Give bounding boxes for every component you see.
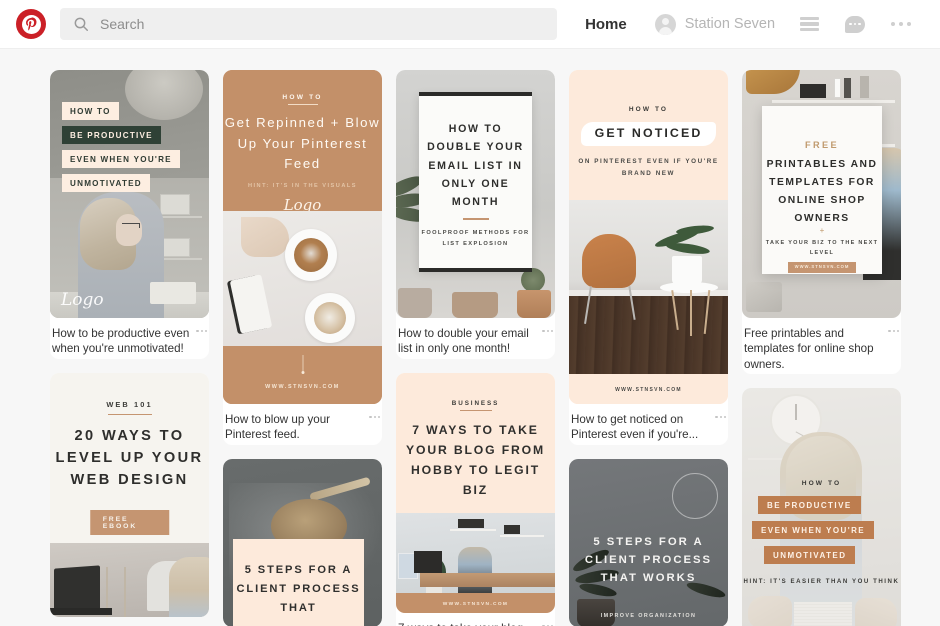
pin-card-free-printables[interactable]: FREE PRINTABLES AND TEMPLATES FOR ONLINE…: [742, 70, 901, 374]
pin-subhead: FOOLPROOF METHODS FOR LIST EXPLOSION: [421, 230, 530, 247]
pin-url: WWW.STNSVN.COM: [615, 387, 682, 393]
pin-headline: HOW TO DOUBLE YOUR EMAIL LIST IN ONLY ON…: [427, 123, 524, 209]
pin-image: HOW TO Get Repinned + Blow Up Your Pinte…: [223, 70, 382, 404]
pin-caption-text: How to be productive even when you're un…: [52, 327, 190, 356]
pin-caption-text: How to get noticed on Pinterest even if …: [571, 413, 699, 442]
more-horizontal-icon[interactable]: [878, 21, 924, 27]
pin-headline: PRINTABLES AND TEMPLATES FOR ONLINE SHOP…: [766, 159, 878, 224]
pinterest-logo-icon[interactable]: [16, 9, 46, 39]
pin-options-icon[interactable]: [715, 412, 726, 419]
pin-card-get-noticed[interactable]: HOW TO GET NOTICED ON PINTEREST EVEN IF …: [569, 70, 728, 445]
pin-card-20-ways-web-design[interactable]: WEB 101 20 WAYS TO LEVEL UP YOUR WEB DES…: [50, 372, 209, 617]
pin-caption: How to blow up your Pinterest feed.: [223, 404, 382, 445]
pin-caption-text: How to double your email list in only on…: [398, 327, 529, 356]
pin-hint: HINT: IT'S IN THE VISUALS: [247, 183, 358, 189]
pin-feed: HOW TO BE PRODUCTIVE EVEN WHEN YOU'RE UN…: [0, 49, 940, 626]
pin-overlay-tag: HOW TO: [62, 102, 119, 120]
masonry-columns: HOW TO BE PRODUCTIVE EVEN WHEN YOU'RE UN…: [50, 70, 940, 626]
feed-column-4: HOW TO GET NOTICED ON PINTEREST EVEN IF …: [569, 70, 728, 626]
pin-headline: GET NOTICED: [594, 126, 703, 140]
pin-headline: 20 WAYS TO LEVEL UP YOUR WEB DESIGN: [55, 427, 204, 488]
pin-image: 5 STEPS FOR A CLIENT PROCESS THAT: [223, 458, 382, 626]
pin-url: WWW.STNSVN.COM: [265, 384, 340, 390]
search-field-wrapper[interactable]: [60, 8, 557, 40]
pin-caption-text: 7 ways to take your blog from: [398, 621, 542, 626]
pin-overlay-tag: BE PRODUCTIVE: [758, 495, 861, 514]
pin-image: HOW TO BE PRODUCTIVE EVEN WHEN YOU'RE UN…: [742, 387, 901, 626]
pin-image: HOW TO GET NOTICED ON PINTEREST EVEN IF …: [569, 70, 728, 404]
nav-user-name: Station Seven: [684, 16, 776, 32]
pin-caption: 7 ways to take your blog from: [396, 613, 555, 626]
pin-cta-button: FREE EBOOK: [89, 509, 170, 535]
pin-options-icon[interactable]: [542, 621, 553, 626]
pin-overlay-tag: EVEN WHEN YOU'RE: [752, 520, 875, 539]
pin-script-logo: Logo: [61, 290, 104, 310]
pin-image: HOW TO DOUBLE YOUR EMAIL LIST IN ONLY ON…: [396, 70, 555, 318]
pin-plus-divider: +: [819, 226, 825, 235]
pin-image: HOW TO BE PRODUCTIVE EVEN WHEN YOU'RE UN…: [50, 70, 209, 318]
pin-card-be-productive[interactable]: HOW TO BE PRODUCTIVE EVEN WHEN YOU'RE UN…: [50, 70, 209, 359]
pin-card-7-ways-blog[interactable]: BUSINESS 7 WAYS TO TAKE YOUR BLOG FROM H…: [396, 372, 555, 626]
pin-eyebrow: HOW TO: [801, 479, 842, 487]
pin-url: WWW.STNSVN.COM: [442, 601, 509, 607]
pin-image: 5 STEPS FOR A CLIENT PROCESS THAT WORKS …: [569, 458, 728, 626]
hamburger-glyph: [800, 14, 820, 34]
nav-user-profile[interactable]: Station Seven: [641, 13, 787, 35]
search-input[interactable]: [60, 8, 557, 40]
pin-caption: How to double your email list in only on…: [396, 318, 555, 359]
feed-column-2: HOW TO Get Repinned + Blow Up Your Pinte…: [223, 70, 382, 626]
pin-options-icon[interactable]: [542, 326, 553, 333]
pin-overlay-tag: BE PRODUCTIVE: [62, 126, 161, 144]
header-actions: Home Station Seven: [571, 13, 924, 35]
seal-decor: [672, 472, 718, 519]
pin-card-5-steps-client-process-b[interactable]: 5 STEPS FOR A CLIENT PROCESS THAT WORKS …: [569, 458, 728, 626]
pin-card-5-steps-client-process-a[interactable]: 5 STEPS FOR A CLIENT PROCESS THAT: [223, 458, 382, 626]
hamburger-icon[interactable]: [787, 14, 832, 34]
pin-card-double-email-list[interactable]: HOW TO DOUBLE YOUR EMAIL LIST IN ONLY ON…: [396, 70, 555, 359]
pin-eyebrow: WEB 101: [106, 399, 153, 409]
pin-options-icon[interactable]: [369, 412, 380, 419]
top-navigation-bar: Home Station Seven: [0, 0, 940, 49]
pin-options-icon[interactable]: [888, 326, 899, 333]
pin-card-be-productive-faded[interactable]: HOW TO BE PRODUCTIVE EVEN WHEN YOU'RE UN…: [742, 387, 901, 626]
feed-column-5: FREE PRINTABLES AND TEMPLATES FOR ONLINE…: [742, 70, 901, 626]
feed-column-1: HOW TO BE PRODUCTIVE EVEN WHEN YOU'RE UN…: [50, 70, 209, 617]
pin-overlay-tag: UNMOTIVATED: [764, 545, 856, 564]
pin-image: BUSINESS 7 WAYS TO TAKE YOUR BLOG FROM H…: [396, 372, 555, 613]
pin-headline: 7 WAYS TO TAKE YOUR BLOG FROM HOBBY TO L…: [406, 422, 545, 497]
pin-subhead: IMPROVE ORGANIZATION: [600, 612, 697, 619]
pin-eyebrow: HOW TO: [282, 94, 323, 101]
pin-headline: Get Repinned + Blow Up Your Pinterest Fe…: [224, 115, 381, 172]
pin-subhead: ON PINTEREST EVEN IF YOU'RE BRAND NEW: [578, 158, 719, 177]
pin-image: WEB 101 20 WAYS TO LEVEL UP YOUR WEB DES…: [50, 372, 209, 617]
pin-caption: Free printables and templates for online…: [742, 318, 901, 374]
speech-bubble-icon[interactable]: [832, 15, 878, 33]
pin-card-get-repinned[interactable]: HOW TO Get Repinned + Blow Up Your Pinte…: [223, 70, 382, 445]
nav-home-link[interactable]: Home: [571, 16, 641, 33]
feed-column-3: HOW TO DOUBLE YOUR EMAIL LIST IN ONLY ON…: [396, 70, 555, 626]
pin-subhead: TAKE YOUR BIZ TO THE NEXT LEVEL: [765, 240, 879, 257]
pin-headline: 5 STEPS FOR A CLIENT PROCESS THAT WORKS: [584, 535, 713, 585]
speech-bubble-glyph: [845, 15, 866, 33]
pin-caption: How to be productive even when you're un…: [50, 318, 209, 359]
lamp-decor: [125, 70, 203, 120]
pin-caption: How to get noticed on Pinterest even if …: [569, 404, 728, 445]
pin-headline: 5 STEPS FOR A CLIENT PROCESS THAT: [236, 563, 361, 614]
pin-eyebrow: FREE: [804, 140, 840, 150]
pin-eyebrow: HOW TO: [628, 106, 669, 113]
pin-caption-text: How to blow up your Pinterest feed.: [225, 413, 331, 442]
pin-caption-text: Free printables and templates for online…: [744, 327, 874, 371]
pin-overlay-tag: EVEN WHEN YOU'RE: [62, 150, 180, 168]
pin-url: WWW.STNSVN.COM: [794, 264, 850, 269]
pin-eyebrow: BUSINESS: [451, 399, 500, 407]
more-dots-glyph: [891, 21, 911, 27]
avatar-icon: [654, 13, 676, 35]
pin-hint: HINT: IT'S EASIER THAN YOU THINK: [743, 577, 900, 585]
pin-options-icon[interactable]: [196, 326, 207, 333]
pin-overlay-tag: UNMOTIVATED: [62, 174, 150, 192]
pin-image: FREE PRINTABLES AND TEMPLATES FOR ONLINE…: [742, 70, 901, 318]
